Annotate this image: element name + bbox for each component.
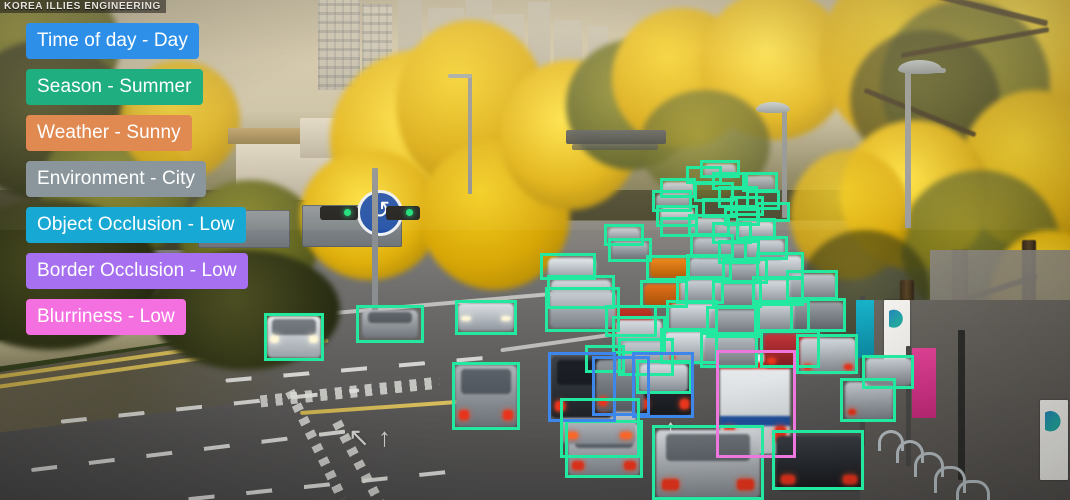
attribute-tag-time-of-day[interactable]: Time of day - Day	[26, 23, 199, 59]
bounding-box-vehicle[interactable]	[264, 313, 324, 361]
attribute-tag-environment[interactable]: Environment - City	[26, 161, 207, 197]
bounding-box-vehicle[interactable]	[646, 255, 690, 281]
bounding-box-vehicle-occluded[interactable]	[632, 352, 694, 418]
bounding-box-vehicle[interactable]	[356, 305, 424, 343]
bounding-box-vehicle[interactable]	[452, 362, 520, 430]
bounding-box-vehicle[interactable]	[790, 298, 846, 332]
attribute-tag-list: Time of day - Day Season - Summer Weather …	[26, 23, 248, 335]
attribute-tag-object-occlusion[interactable]: Object Occlusion - Low	[26, 207, 246, 243]
bounding-box-vehicle[interactable]	[786, 270, 838, 300]
bounding-box-vehicle[interactable]	[455, 300, 517, 335]
attribute-tag-border-occlusion[interactable]: Border Occlusion - Low	[26, 253, 248, 289]
bounding-box-vehicle[interactable]	[772, 430, 864, 490]
annotated-image-viewer: ↑ ↖ ↑	[0, 0, 1070, 500]
attribute-tag-blurriness[interactable]: Blurriness - Low	[26, 299, 186, 335]
attribute-tag-weather[interactable]: Weather - Sunny	[26, 115, 192, 151]
bounding-box-vehicle[interactable]	[560, 398, 640, 458]
attribute-tag-season[interactable]: Season - Summer	[26, 69, 203, 105]
bounding-box-vehicle[interactable]	[640, 280, 688, 308]
bounding-box-vehicle[interactable]	[862, 355, 914, 389]
bounding-box-vehicle[interactable]	[742, 172, 778, 192]
bounding-box-vehicle[interactable]	[796, 334, 858, 374]
